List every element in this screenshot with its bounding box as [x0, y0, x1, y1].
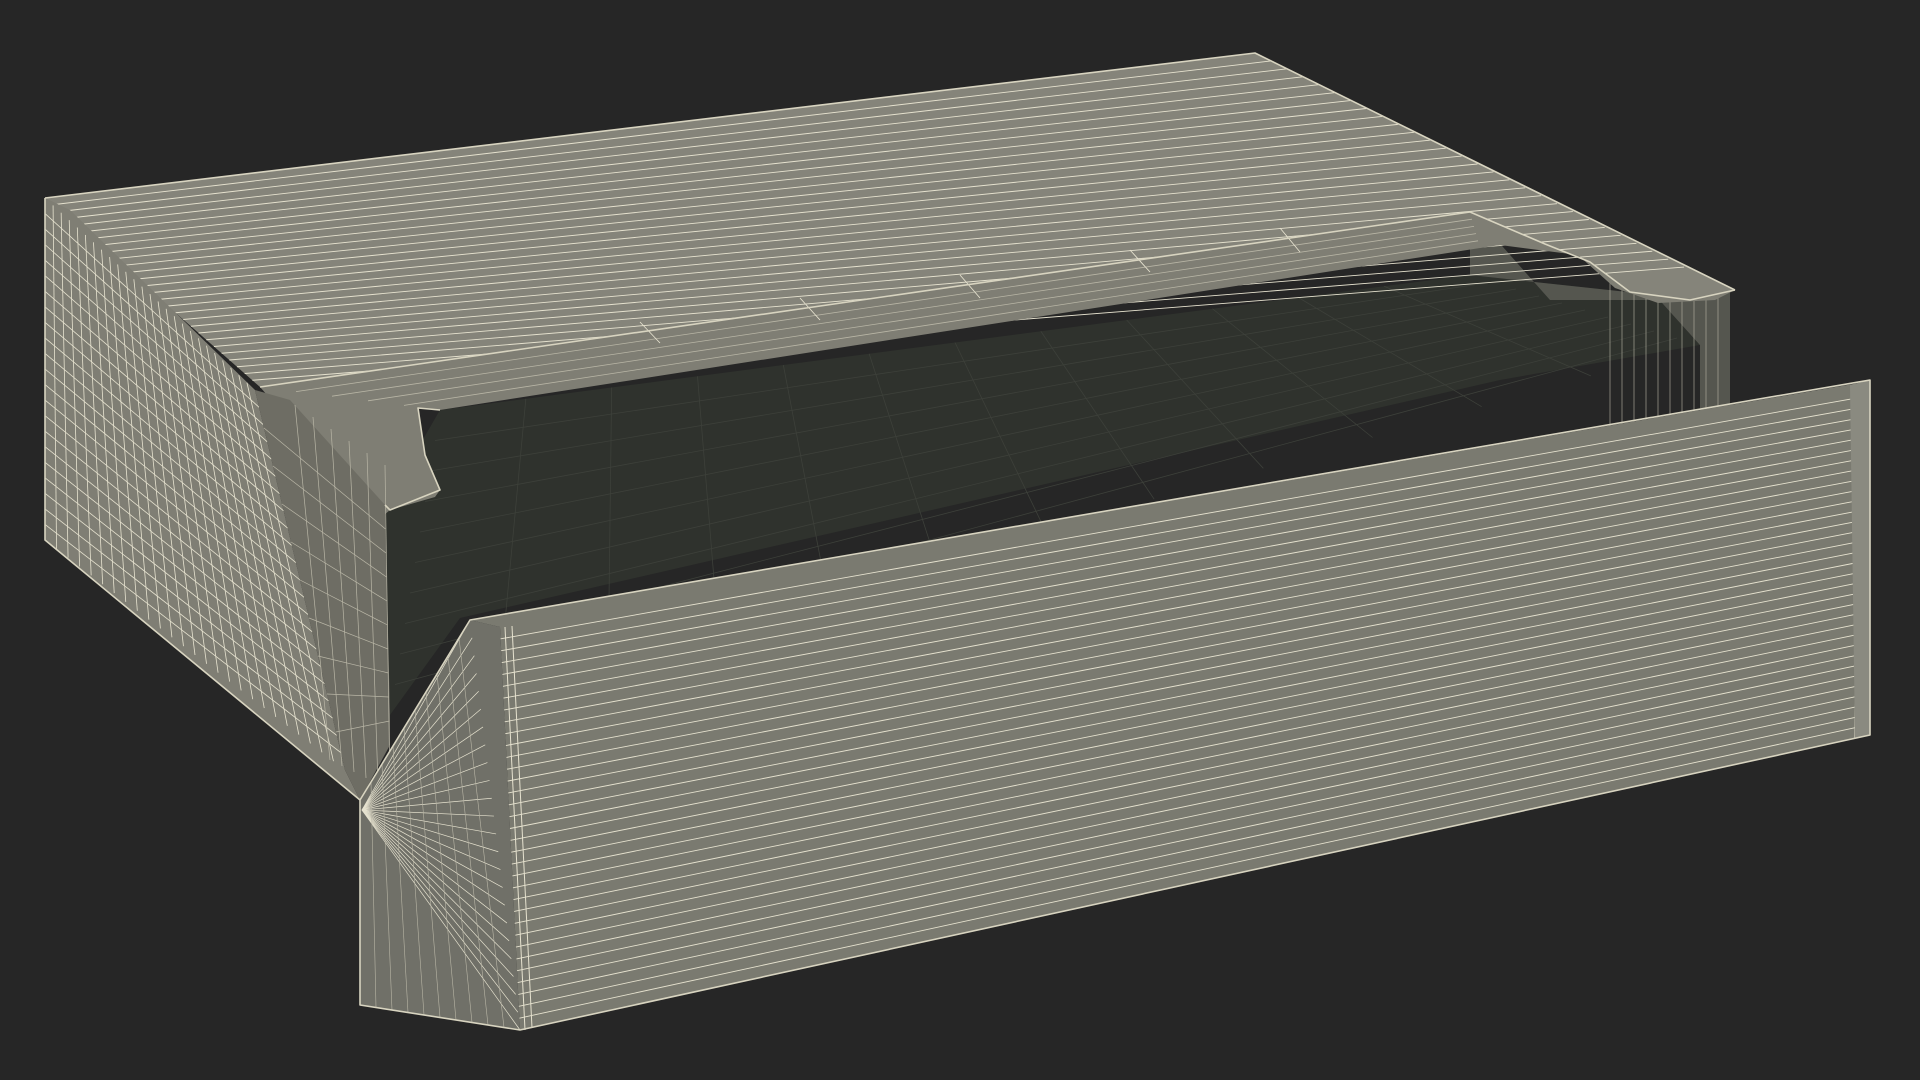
box-render-viewport [0, 0, 1920, 1080]
